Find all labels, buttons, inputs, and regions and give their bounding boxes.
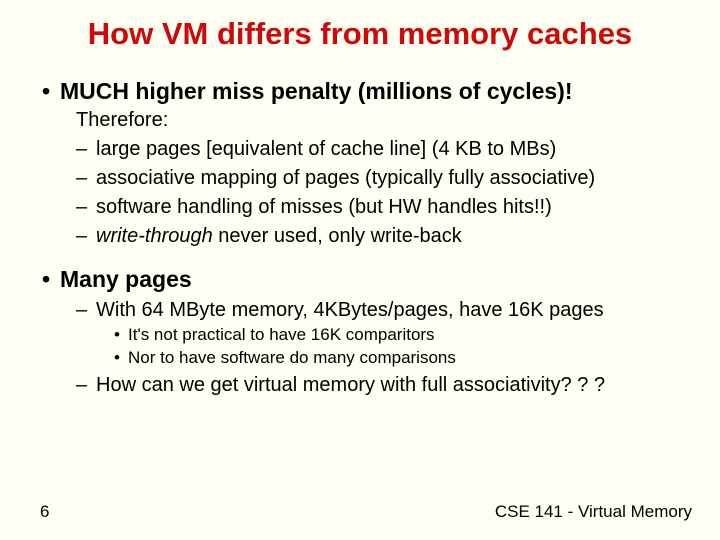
bullet-level3: Nor to have software do many comparisons <box>114 348 698 368</box>
bullet-level2: write-through never used, only write-bac… <box>76 225 698 248</box>
italic-text: write-through <box>96 225 213 247</box>
bullet-level1: Many pages <box>42 266 698 293</box>
bullet-level2: How can we get virtual memory with full … <box>76 374 698 397</box>
bullet-level3: It's not practical to have 16K comparito… <box>114 325 698 345</box>
footer-course: CSE 141 - Virtual Memory <box>495 502 692 522</box>
slide-title: How VM differs from memory caches <box>0 16 720 52</box>
slide: How VM differs from memory caches MUCH h… <box>0 0 720 540</box>
slide-body: MUCH higher miss penalty (millions of cy… <box>42 72 698 399</box>
bullet-level2: large pages [equivalent of cache line] (… <box>76 138 698 161</box>
text: never used, only write-back <box>213 225 462 247</box>
bullet-level2: With 64 MByte memory, 4KBytes/pages, hav… <box>76 299 698 322</box>
bullet-level1: MUCH higher miss penalty (millions of cy… <box>42 78 698 105</box>
page-number: 6 <box>40 502 49 522</box>
bullet-level2-plain: Therefore: <box>76 109 698 132</box>
bullet-level2: associative mapping of pages (typically … <box>76 167 698 190</box>
bullet-level2: software handling of misses (but HW hand… <box>76 196 698 219</box>
